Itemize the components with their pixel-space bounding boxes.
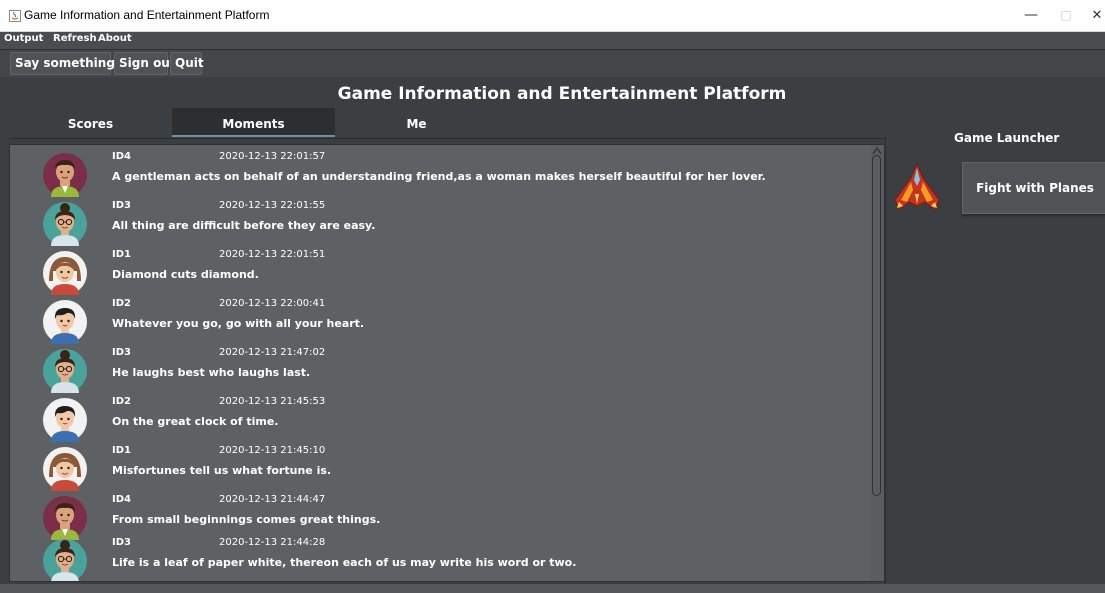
man-avatar-icon	[43, 153, 87, 197]
toolbar: Say something... Sign out Quit	[0, 50, 1105, 77]
say-something-button[interactable]: Say something...	[10, 52, 129, 75]
window-title: Game Information and Entertainment Platf…	[24, 8, 270, 22]
moment-time: 2020-12-13 21:44:28	[219, 537, 326, 548]
java-app-icon	[9, 10, 21, 22]
close-icon[interactable]: ✕	[1079, 0, 1105, 31]
girl-avatar-icon	[43, 251, 87, 295]
window-titlebar: Game Information and Entertainment Platf…	[0, 0, 1105, 32]
moment-author: ID3	[112, 200, 131, 211]
moment-item: ID4 2020-12-13 21:44:47 From small begin…	[10, 492, 870, 541]
moment-author: ID4	[112, 151, 131, 162]
moment-author: ID3	[112, 537, 131, 548]
woman-glasses-avatar-icon	[43, 202, 87, 246]
woman-glasses-avatar-icon	[43, 539, 87, 581]
scroll-thumb[interactable]	[872, 155, 881, 496]
moment-time: 2020-12-13 22:01:57	[219, 151, 326, 162]
moment-item: ID3 2020-12-13 22:01:55 All thing are di…	[10, 198, 870, 247]
sign-out-button[interactable]: Sign out	[114, 52, 176, 75]
panel-separator	[885, 136, 886, 584]
moment-time: 2020-12-13 22:00:41	[219, 298, 326, 309]
moment-author: ID3	[112, 347, 131, 358]
launcher-title: Game Launcher	[954, 131, 1060, 145]
menu-about[interactable]: About	[98, 33, 132, 44]
moment-text: Whatever you go, go with all your heart.	[112, 317, 365, 330]
page-title: Game Information and Entertainment Platf…	[337, 84, 787, 104]
moment-time: 2020-12-13 21:45:10	[219, 445, 326, 456]
moment-item: ID3 2020-12-13 21:47:02 He laughs best w…	[10, 345, 870, 394]
quit-button[interactable]: Quit	[170, 52, 204, 75]
moment-item: ID3 2020-12-13 21:44:28 Life is a leaf o…	[10, 535, 870, 581]
tab-scores[interactable]: Scores	[9, 108, 172, 137]
moment-item: ID1 2020-12-13 22:01:51 Diamond cuts dia…	[10, 247, 870, 296]
boy-avatar-icon	[43, 300, 87, 344]
man-avatar-icon	[43, 496, 87, 540]
status-bar	[0, 584, 1105, 593]
minimize-icon[interactable]: —	[1013, 0, 1049, 31]
moment-text: On the great clock of time.	[112, 415, 279, 428]
tab-moments[interactable]: Moments	[172, 108, 335, 137]
moments-list[interactable]: ID4 2020-12-13 22:01:57 A gentleman acts…	[9, 144, 885, 582]
moment-text: All thing are difficult before they are …	[112, 219, 376, 232]
moment-item: ID1 2020-12-13 21:45:10 Misfortunes tell…	[10, 443, 870, 492]
menu-refresh[interactable]: Refresh	[53, 33, 97, 44]
tab-divider	[9, 138, 885, 139]
moment-text: Life is a leaf of paper white, thereon e…	[112, 556, 577, 569]
moment-text: Misfortunes tell us what fortune is.	[112, 464, 332, 477]
moment-author: ID1	[112, 445, 131, 456]
menu-output[interactable]: Output	[4, 33, 43, 44]
moment-author: ID2	[112, 298, 131, 309]
tab-me[interactable]: Me	[335, 108, 498, 137]
moment-time: 2020-12-13 21:44:47	[219, 494, 326, 505]
plane-icon[interactable]	[889, 160, 945, 216]
moments-scrollbar[interactable]	[870, 145, 884, 581]
moment-item: ID2 2020-12-13 21:45:53 On the great clo…	[10, 394, 870, 443]
moment-text: From small beginnings comes great things…	[112, 513, 381, 526]
moment-author: ID2	[112, 396, 131, 407]
girl-avatar-icon	[43, 447, 87, 491]
moment-time: 2020-12-13 22:01:51	[219, 249, 326, 260]
moment-time: 2020-12-13 21:47:02	[219, 347, 326, 358]
woman-glasses-avatar-icon	[43, 349, 87, 393]
moment-author: ID1	[112, 249, 131, 260]
menu-bar: Output Refresh About	[0, 32, 1105, 50]
moment-text: He laughs best who laughs last.	[112, 366, 311, 379]
moment-time: 2020-12-13 22:01:55	[219, 200, 326, 211]
moment-time: 2020-12-13 21:45:53	[219, 396, 326, 407]
moment-author: ID4	[112, 494, 131, 505]
boy-avatar-icon	[43, 398, 87, 442]
moment-item: ID4 2020-12-13 22:01:57 A gentleman acts…	[10, 149, 870, 198]
fight-with-planes-button[interactable]: Fight with Planes	[962, 162, 1105, 214]
moment-text: A gentleman acts on behalf of an underst…	[112, 170, 766, 183]
moment-item: ID2 2020-12-13 22:00:41 Whatever you go,…	[10, 296, 870, 345]
moment-text: Diamond cuts diamond.	[112, 268, 259, 281]
